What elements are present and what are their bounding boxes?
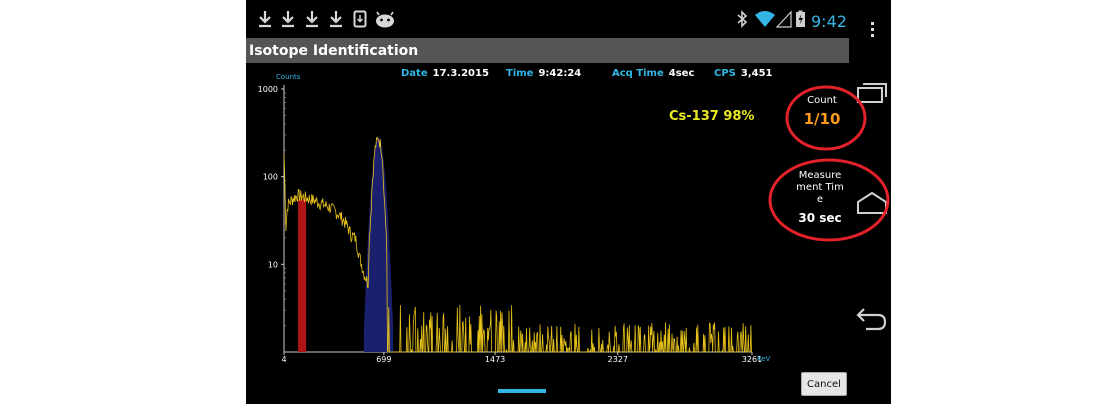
home-icon[interactable]: [856, 190, 888, 216]
device-screen: 9:42 Isotope Identification Date 17.3.201…: [246, 0, 891, 404]
chart-series: [283, 136, 752, 354]
spectrum-line: [283, 136, 752, 354]
count-label: Count: [807, 95, 837, 106]
back-icon[interactable]: [854, 305, 888, 333]
count-value: 1/10: [803, 110, 841, 128]
x-axis-label: KeV: [757, 355, 771, 363]
energy-marker-bar: [298, 199, 307, 352]
y-tick-label: 100: [263, 173, 278, 182]
x-tick-label: 2327: [608, 355, 628, 364]
chart-energy-marker: [298, 199, 307, 352]
isotope-result: Cs-137 98%: [669, 109, 755, 124]
chart-axes: [281, 85, 753, 355]
x-tick-label: 1473: [485, 355, 505, 364]
measurement-time-panel: Measurement Time 30 sec: [770, 170, 870, 225]
scroll-indicator: [498, 389, 546, 393]
measurement-time-value: 30 sec: [798, 211, 842, 225]
y-axis-label: Counts: [276, 73, 301, 81]
measurement-time-label: Measurement Time: [796, 170, 844, 205]
y-tick-label: 1000: [258, 85, 278, 94]
count-panel: Count 1/10: [782, 95, 862, 128]
y-tick-label: 10: [268, 260, 278, 269]
x-tick-label: 4: [281, 355, 286, 364]
x-tick-label: 699: [376, 355, 391, 364]
cancel-button[interactable]: Cancel: [801, 372, 847, 396]
recent-apps-icon[interactable]: [856, 80, 888, 104]
